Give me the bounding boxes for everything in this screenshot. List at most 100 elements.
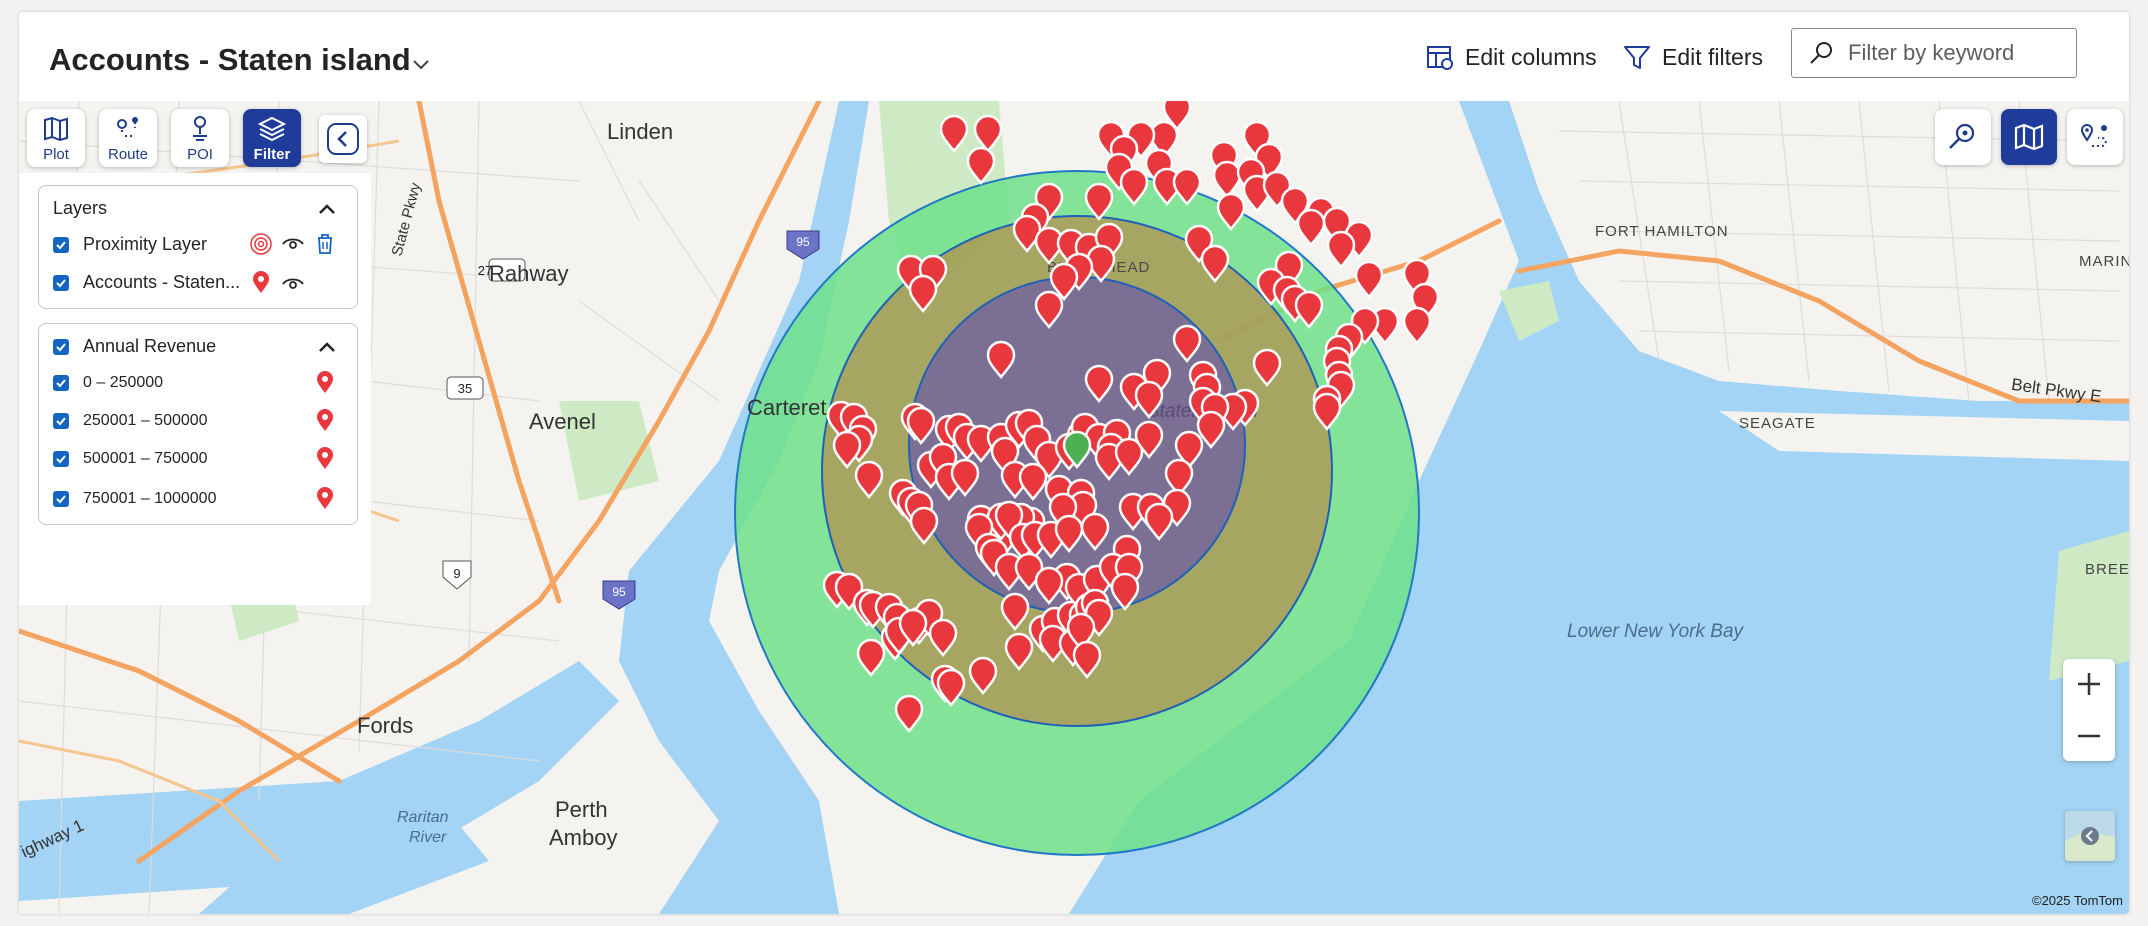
eye-icon[interactable] <box>281 232 305 256</box>
map-canvas[interactable]: 27 35 9 95 95 Linden Rahway Avenel Carte… <box>19 101 2129 914</box>
proximity-rings-icon <box>250 233 272 255</box>
route-icon <box>117 116 138 137</box>
chevron-down-icon[interactable] <box>409 52 433 76</box>
account-pin[interactable] <box>1084 364 1114 404</box>
zoom-in-button[interactable] <box>2063 659 2115 709</box>
edit-columns-icon <box>1427 46 1453 70</box>
eye-icon[interactable] <box>281 272 305 296</box>
revenue-range-label: 500001 – 750000 <box>83 450 208 467</box>
poi-button[interactable]: POI <box>171 109 229 167</box>
account-pin[interactable] <box>909 506 939 546</box>
checkbox[interactable] <box>53 451 69 467</box>
account-pin[interactable] <box>1326 230 1356 270</box>
chevron-up-icon[interactable] <box>315 198 339 222</box>
account-pin[interactable] <box>1402 306 1432 346</box>
account-pin[interactable] <box>1000 592 1030 632</box>
red-pin-icon <box>317 447 333 469</box>
red-pin-icon <box>253 271 269 293</box>
revenue-range-item[interactable]: 250001 – 500000 <box>53 412 208 430</box>
account-pin[interactable] <box>1018 462 1048 502</box>
edit-columns-button[interactable]: Edit columns <box>1425 40 1597 74</box>
account-pin[interactable] <box>1312 392 1342 432</box>
account-pin[interactable] <box>1144 502 1174 542</box>
account-pin[interactable] <box>906 406 936 446</box>
checkbox[interactable] <box>53 375 69 391</box>
map-view-button[interactable] <box>2001 109 2057 165</box>
checkbox[interactable] <box>53 413 69 429</box>
revenue-range-item[interactable]: 500001 – 750000 <box>53 450 208 468</box>
account-pin[interactable] <box>1084 182 1114 222</box>
checkbox[interactable] <box>53 236 69 253</box>
account-pin[interactable] <box>1034 290 1064 330</box>
revenue-range-item[interactable]: 0 – 250000 <box>53 374 163 392</box>
account-pin[interactable] <box>1034 566 1064 606</box>
annual-revenue-title: Annual Revenue <box>83 336 217 356</box>
accounts-map-card: Accounts - Staten island Edit columns Ed… <box>19 12 2129 914</box>
account-pin[interactable] <box>1080 512 1110 552</box>
layer-item-proximity[interactable]: Proximity Layer <box>53 234 207 255</box>
layer-label: Proximity Layer <box>83 234 208 254</box>
route-view-button[interactable] <box>2067 109 2123 165</box>
zoom-out-button[interactable] <box>2063 711 2115 761</box>
map-copyright: ©2025 TomTom <box>2032 893 2123 908</box>
account-pin[interactable] <box>1134 380 1164 420</box>
layers-side-panel: Layers Proximity Layer Accounts - Staten… <box>19 173 371 605</box>
account-pin[interactable] <box>928 618 958 658</box>
account-pin[interactable] <box>939 114 969 154</box>
account-pin[interactable] <box>1110 572 1140 612</box>
account-pin[interactable] <box>1119 167 1149 207</box>
checkbox[interactable] <box>53 491 69 507</box>
account-pin[interactable] <box>1212 160 1242 200</box>
revenue-range-item[interactable]: 750001 – 1000000 <box>53 490 216 508</box>
map-icon <box>2014 123 2044 151</box>
annual-revenue-header[interactable]: Annual Revenue <box>53 336 216 357</box>
annual-revenue-box: Annual Revenue 0 – 250000 250001 – 50000… <box>38 323 358 525</box>
account-pin[interactable] <box>1216 192 1246 232</box>
account-pin[interactable] <box>1072 640 1102 680</box>
plot-button[interactable]: Plot <box>27 109 85 167</box>
search-icon <box>1810 42 1832 64</box>
keyword-filter-input[interactable] <box>1846 39 2070 67</box>
map-style-button[interactable] <box>2065 811 2115 861</box>
account-pin[interactable] <box>1200 244 1230 284</box>
account-pin[interactable] <box>936 668 966 708</box>
layer-item-accounts[interactable]: Accounts - Staten... <box>53 272 240 293</box>
layer-label: Accounts - Staten... <box>83 272 241 292</box>
account-pin[interactable] <box>908 274 938 314</box>
route-button[interactable]: Route <box>99 109 157 167</box>
account-pin[interactable] <box>973 114 1003 154</box>
account-pin[interactable] <box>1294 290 1324 330</box>
route-label: Route <box>107 145 149 163</box>
account-pin[interactable] <box>856 638 886 678</box>
account-pin[interactable] <box>1172 324 1202 364</box>
location-search-icon <box>1949 123 1975 149</box>
delete-icon[interactable] <box>313 232 337 256</box>
account-pin[interactable] <box>1354 260 1384 300</box>
locate-button[interactable] <box>1935 109 1991 165</box>
red-pin-icon <box>317 371 333 393</box>
checkbox[interactable] <box>53 338 69 355</box>
account-pin[interactable] <box>1296 208 1326 248</box>
minus-icon <box>2078 734 2100 738</box>
account-pin[interactable] <box>894 694 924 734</box>
poi-icon <box>193 115 207 141</box>
account-pin[interactable] <box>968 656 998 696</box>
collapse-panel-button[interactable] <box>319 115 367 163</box>
account-pin[interactable] <box>1004 632 1034 672</box>
edit-columns-label: Edit columns <box>1465 43 1597 70</box>
account-pin[interactable] <box>832 430 862 470</box>
route-pin-icon <box>2080 124 2107 147</box>
account-pin[interactable] <box>986 340 1016 380</box>
account-pin[interactable] <box>1172 167 1202 207</box>
filter-icon <box>1624 46 1650 69</box>
checkbox[interactable] <box>53 274 69 291</box>
account-pin[interactable] <box>966 146 996 186</box>
chevron-left-icon <box>2065 811 2115 861</box>
red-pin-icon <box>317 409 333 431</box>
account-pin[interactable] <box>1252 348 1282 388</box>
edit-filters-button[interactable]: Edit filters <box>1622 40 1763 74</box>
chevron-up-icon[interactable] <box>315 336 339 360</box>
filter-button[interactable]: Filter <box>243 109 301 167</box>
account-pin[interactable] <box>854 460 884 500</box>
keyword-filter-field[interactable] <box>1791 28 2077 78</box>
